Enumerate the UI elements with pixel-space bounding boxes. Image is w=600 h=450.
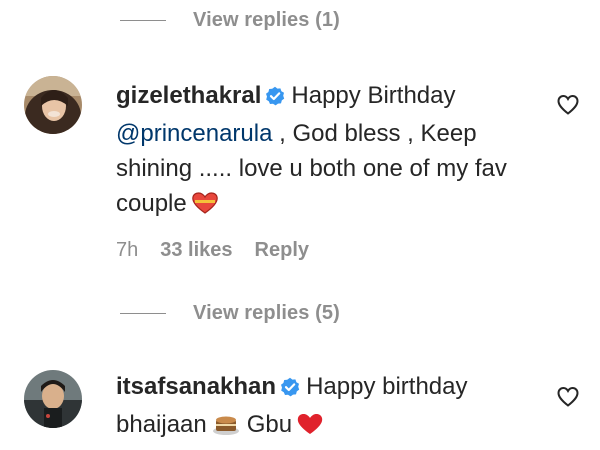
reply-button[interactable]: Reply: [255, 239, 309, 262]
avatar[interactable]: [24, 370, 82, 428]
mention-link[interactable]: @princenarula: [116, 120, 272, 147]
view-replies-label: View replies (1): [193, 8, 340, 31]
red-heart-emoji-icon: [296, 411, 324, 446]
view-replies-button[interactable]: View replies (5): [120, 298, 340, 328]
heart-emoji-icon: [191, 190, 219, 225]
replies-divider-line: [120, 312, 166, 314]
comment-username[interactable]: itsafsanakhan: [116, 373, 276, 400]
verified-badge-icon: [265, 81, 285, 116]
like-heart-icon[interactable]: [556, 385, 580, 409]
replies-divider-line: [120, 19, 166, 21]
avatar[interactable]: [24, 76, 82, 134]
view-replies-button[interactable]: View replies (1): [120, 5, 340, 35]
view-replies-label: View replies (5): [193, 301, 340, 324]
comment-body: itsafsanakhan Happy birthday bhaijaan Gbu: [116, 369, 516, 446]
avatar-image: [24, 76, 82, 134]
comment-meta: 7h 33 likes Reply: [116, 236, 309, 264]
likes-count[interactable]: 33 likes: [160, 239, 232, 262]
comment-username[interactable]: gizelethakral: [116, 82, 261, 109]
like-heart-icon[interactable]: [556, 93, 580, 117]
comment-timestamp: 7h: [116, 238, 139, 261]
cake-emoji-icon: [211, 410, 241, 446]
avatar-image: [24, 370, 82, 428]
comment-text-2: Gbu: [246, 411, 293, 438]
comment-text-1: Happy Birthday: [291, 82, 456, 109]
verified-badge-icon: [280, 372, 300, 407]
comment-body: gizelethakral Happy Birthday @princenarul…: [116, 78, 516, 225]
